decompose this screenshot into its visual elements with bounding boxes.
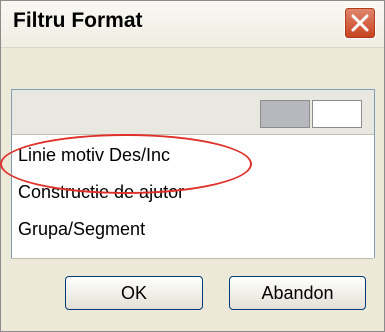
list-item-grupa-segment[interactable]: Grupa/Segment: [18, 219, 145, 240]
list-header: [12, 90, 374, 135]
highlight-ellipse: [0, 134, 252, 194]
divider: [11, 258, 373, 259]
cancel-button[interactable]: Abandon: [229, 276, 366, 310]
close-button[interactable]: [344, 7, 376, 39]
title-bar: Filtru Format: [1, 1, 384, 48]
color-swatch-white[interactable]: [312, 100, 362, 128]
close-icon: [351, 14, 369, 32]
color-swatch-gray[interactable]: [260, 100, 310, 128]
ok-button[interactable]: OK: [65, 276, 203, 310]
dialog-window: Filtru Format Linie motiv Des/Inc Constr…: [0, 0, 385, 332]
window-title: Filtru Format: [13, 9, 143, 32]
